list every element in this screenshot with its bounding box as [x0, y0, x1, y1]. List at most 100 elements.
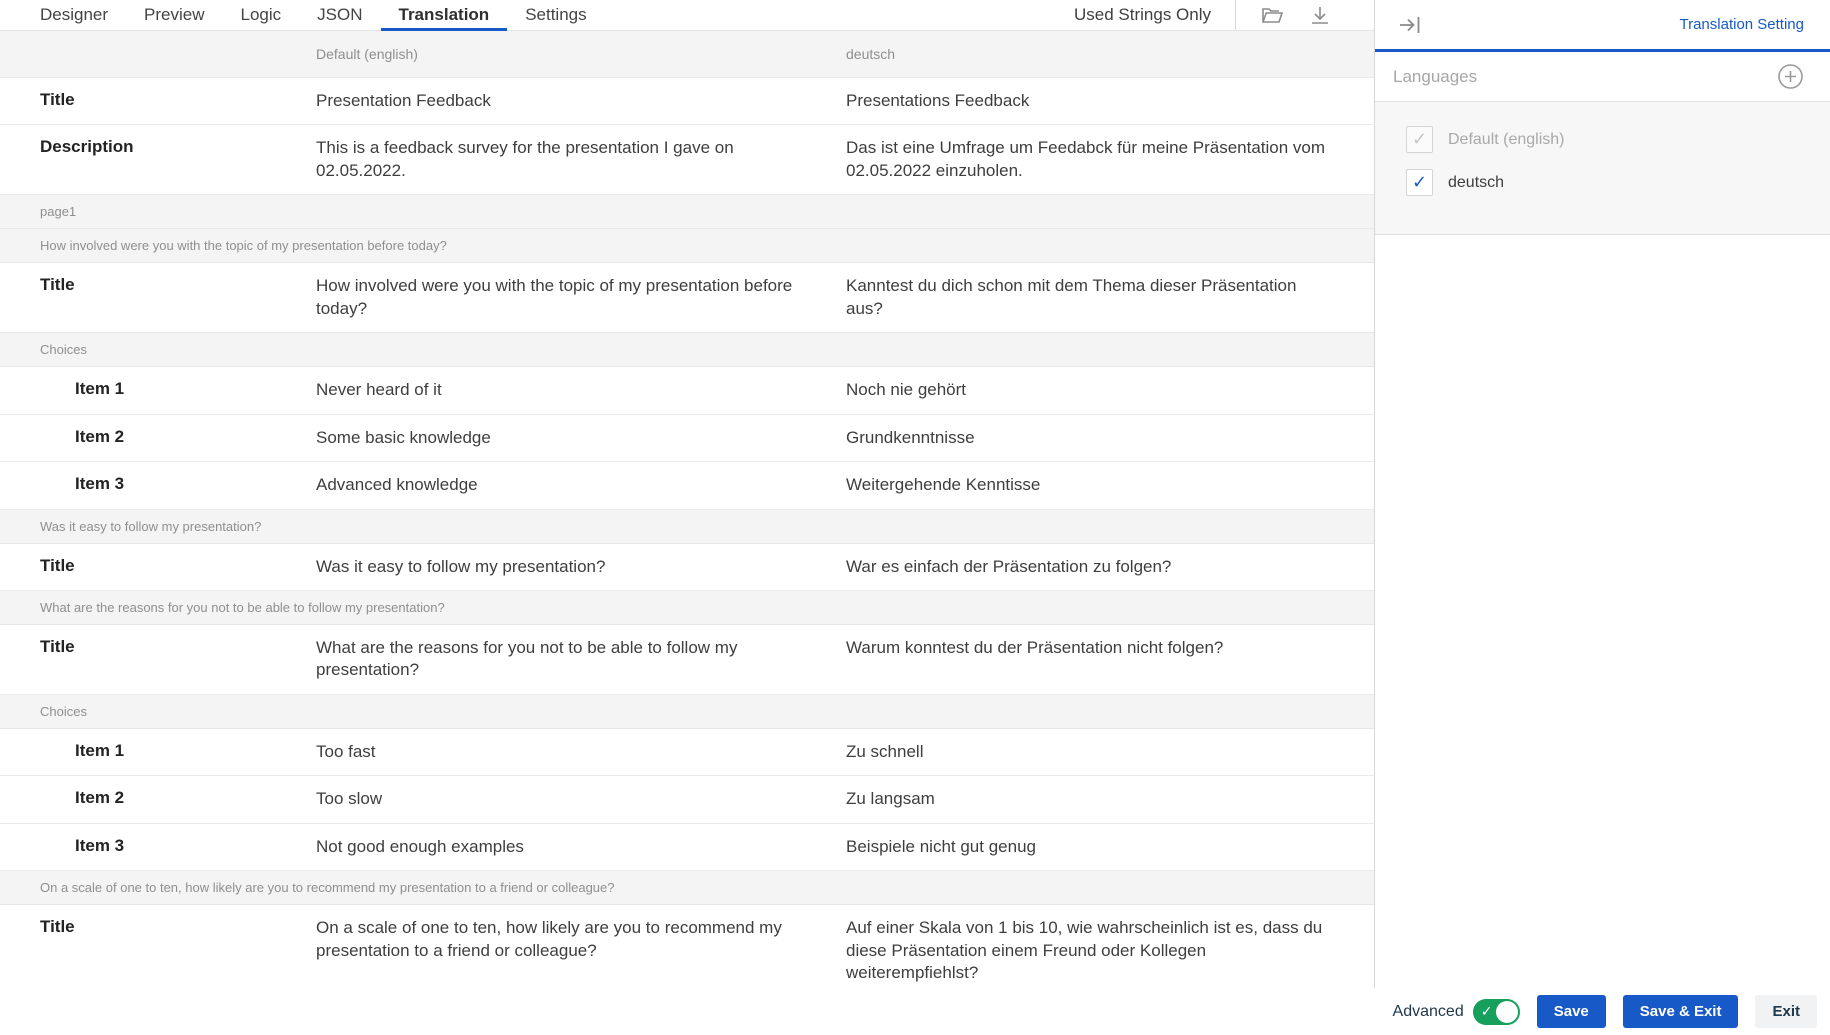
- tab-settings[interactable]: Settings: [507, 0, 604, 30]
- table-row: Item 1 Never heard of it Noch nie gehört: [0, 367, 1374, 414]
- cell-deutsch[interactable]: Beispiele nicht gut genug: [846, 824, 1374, 870]
- table-section-row: What are the reasons for you not to be a…: [0, 591, 1374, 625]
- cell-deutsch[interactable]: Zu langsam: [846, 776, 1374, 822]
- survey-creator-window: Designer Preview Logic JSON Translation …: [0, 0, 1830, 1035]
- tab-logic[interactable]: Logic: [223, 0, 300, 30]
- languages-header: Languages: [1375, 52, 1830, 102]
- advanced-toggle-group: Advanced ✓: [1393, 999, 1520, 1025]
- cell-default-english[interactable]: Too slow: [316, 776, 846, 822]
- row-property-label: Item 2: [0, 776, 316, 820]
- cell-default-english[interactable]: What are the reasons for you not to be a…: [316, 625, 846, 694]
- used-strings-filter[interactable]: Used Strings Only: [1074, 5, 1211, 25]
- cell-deutsch[interactable]: Weitergehende Kenntisse: [846, 462, 1374, 508]
- row-property-label: Title: [0, 905, 316, 949]
- table-section-row: page1: [0, 195, 1374, 229]
- tab-label: Translation: [399, 5, 490, 25]
- cell-default-english[interactable]: Some basic knowledge: [316, 415, 846, 461]
- cell-default-english[interactable]: Advanced knowledge: [316, 462, 846, 508]
- translation-settings-panel: Translation Setting Languages ✓ Default …: [1374, 0, 1830, 988]
- download-icon[interactable]: [1308, 3, 1332, 27]
- header-cell-label: [0, 31, 316, 61]
- cell-default-english[interactable]: Too fast: [316, 729, 846, 775]
- save-and-exit-button[interactable]: Save & Exit: [1623, 995, 1739, 1028]
- toolbar-divider: [1235, 0, 1236, 30]
- header-cell-deutsch: deutsch: [846, 31, 1374, 77]
- cell-deutsch[interactable]: Presentations Feedback: [846, 78, 1374, 124]
- cell-default-english[interactable]: How involved were you with the topic of …: [316, 263, 846, 332]
- tab-bar-tools: Used Strings Only: [1074, 0, 1374, 30]
- cell-default-english[interactable]: Presentation Feedback: [316, 78, 846, 124]
- cell-deutsch[interactable]: Kanntest du dich schon mit dem Thema die…: [846, 263, 1374, 332]
- advanced-toggle[interactable]: ✓: [1473, 999, 1520, 1025]
- row-property-label: Description: [0, 125, 316, 169]
- languages-list: ✓ Default (english) ✓ deutsch: [1375, 102, 1830, 235]
- table-header-row: Default (english) deutsch: [0, 31, 1374, 78]
- content-area: Designer Preview Logic JSON Translation …: [0, 0, 1830, 988]
- tab-designer[interactable]: Designer: [22, 0, 126, 30]
- language-label: Default (english): [1448, 131, 1565, 149]
- cell-deutsch[interactable]: Grundkenntnisse: [846, 415, 1374, 461]
- cell-deutsch[interactable]: Noch nie gehört: [846, 367, 1374, 413]
- tab-bar: Designer Preview Logic JSON Translation …: [0, 0, 1374, 31]
- cell-default-english[interactable]: Never heard of it: [316, 367, 846, 413]
- row-property-label: Title: [0, 544, 316, 588]
- table-section-row: Choices: [0, 695, 1374, 729]
- cell-deutsch[interactable]: Zu schnell: [846, 729, 1374, 775]
- translation-table: Default (english) deutsch Title Presenta…: [0, 31, 1374, 997]
- table-row: Title What are the reasons for you not t…: [0, 625, 1374, 695]
- cell-deutsch[interactable]: Warum konntest du der Präsentation nicht…: [846, 625, 1374, 671]
- tab-bar-tabs: Designer Preview Logic JSON Translation …: [22, 0, 605, 30]
- table-section-row: On a scale of one to ten, how likely are…: [0, 871, 1374, 905]
- plus-circle-icon[interactable]: [1777, 63, 1804, 90]
- row-property-label: Title: [0, 625, 316, 669]
- tab-label: Preview: [144, 5, 204, 25]
- tab-json[interactable]: JSON: [299, 0, 380, 30]
- table-row: Description This is a feedback survey fo…: [0, 125, 1374, 195]
- row-property-label: Title: [0, 78, 316, 122]
- table-row: Item 3 Not good enough examples Beispiel…: [0, 824, 1374, 871]
- row-property-label: Title: [0, 263, 316, 307]
- cell-default-english[interactable]: Was it easy to follow my presentation?: [316, 544, 846, 590]
- language-item: ✓ Default (english): [1375, 118, 1830, 161]
- row-property-label: Item 3: [0, 462, 316, 506]
- language-label: deutsch: [1448, 174, 1504, 192]
- table-row: Item 3 Advanced knowledge Weitergehende …: [0, 462, 1374, 509]
- collapse-right-icon[interactable]: [1397, 12, 1423, 38]
- exit-button[interactable]: Exit: [1755, 995, 1817, 1028]
- table-row: Title Presentation Feedback Presentation…: [0, 78, 1374, 125]
- cell-deutsch[interactable]: Das ist eine Umfrage um Feedabck für mei…: [846, 125, 1374, 194]
- tab-label: Designer: [40, 5, 108, 25]
- table-section-row: Choices: [0, 333, 1374, 367]
- cell-default-english[interactable]: On a scale of one to ten, how likely are…: [316, 905, 846, 974]
- folder-open-icon[interactable]: [1260, 3, 1284, 27]
- language-item[interactable]: ✓ deutsch: [1375, 161, 1830, 204]
- table-row: Item 2 Some basic knowledge Grundkenntni…: [0, 415, 1374, 462]
- tab-preview[interactable]: Preview: [126, 0, 222, 30]
- tab-label: Settings: [525, 5, 586, 25]
- cell-default-english[interactable]: Not good enough examples: [316, 824, 846, 870]
- table-section-row: How involved were you with the topic of …: [0, 229, 1374, 263]
- save-button[interactable]: Save: [1537, 995, 1606, 1028]
- footer-bar: Advanced ✓ Save Save & Exit Exit: [0, 988, 1830, 1035]
- header-cell-default-english: Default (english): [316, 31, 846, 77]
- table-row: Title On a scale of one to ten, how like…: [0, 905, 1374, 997]
- panel-title-tab[interactable]: Translation Setting: [1679, 16, 1804, 33]
- row-property-label: Item 1: [0, 729, 316, 773]
- table-section-row: Was it easy to follow my presentation?: [0, 510, 1374, 544]
- tab-label: JSON: [317, 5, 362, 25]
- advanced-label: Advanced: [1393, 1003, 1464, 1021]
- checkbox-icon[interactable]: ✓: [1406, 169, 1433, 196]
- tab-translation[interactable]: Translation: [381, 0, 508, 30]
- table-row: Item 1 Too fast Zu schnell: [0, 729, 1374, 776]
- row-property-label: Item 3: [0, 824, 316, 868]
- cell-default-english[interactable]: This is a feedback survey for the presen…: [316, 125, 846, 194]
- toggle-check-icon: ✓: [1481, 1003, 1493, 1020]
- table-row: Title How involved were you with the top…: [0, 263, 1374, 333]
- checkbox-icon[interactable]: ✓: [1406, 126, 1433, 153]
- cell-deutsch[interactable]: War es einfach der Präsentation zu folge…: [846, 544, 1374, 590]
- table-row: Item 2 Too slow Zu langsam: [0, 776, 1374, 823]
- cell-deutsch[interactable]: Auf einer Skala von 1 bis 10, wie wahrsc…: [846, 905, 1374, 996]
- languages-title: Languages: [1393, 67, 1477, 87]
- toggle-knob: [1496, 1001, 1518, 1023]
- row-property-label: Item 2: [0, 415, 316, 459]
